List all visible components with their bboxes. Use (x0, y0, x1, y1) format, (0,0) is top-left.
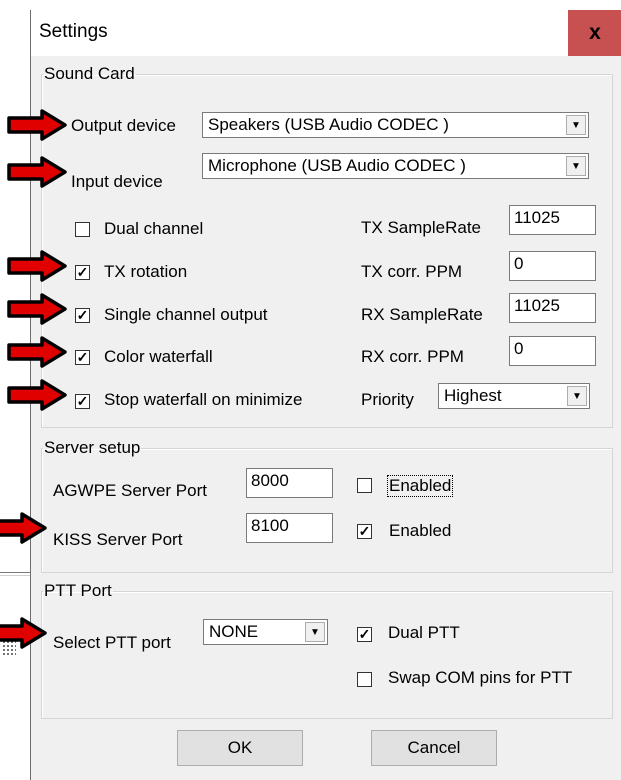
chevron-down-icon[interactable]: ▼ (566, 156, 586, 176)
ptt-port-legend: PTT Port (44, 581, 112, 600)
color-waterfall-checkbox[interactable]: ✓ (75, 350, 90, 365)
red-arrow-icon (7, 109, 67, 141)
sound-card-legend: Sound Card (44, 64, 135, 83)
kiss-enabled-label: Enabled (389, 521, 452, 540)
dual-ptt-label: Dual PTT (388, 623, 460, 642)
tx-samplerate-input[interactable]: 11025 (509, 205, 596, 235)
chevron-down-icon[interactable]: ▼ (567, 386, 587, 406)
priority-value: Highest (444, 386, 502, 405)
tx-rotation-label: TX rotation (104, 262, 188, 281)
tx-corr-input[interactable]: 0 (509, 251, 596, 281)
red-arrow-icon (7, 336, 67, 368)
dual-channel-label: Dual channel (104, 219, 204, 238)
agwpe-port-label: AGWPE Server Port (53, 481, 207, 500)
single-channel-output-checkbox[interactable]: ✓ (75, 308, 90, 323)
red-arrow-icon (7, 379, 67, 411)
swap-com-label: Swap COM pins for PTT (388, 668, 573, 687)
priority-label: Priority (361, 390, 414, 409)
ptt-port-label: Select PTT port (53, 633, 171, 652)
background-divider (0, 575, 30, 576)
red-arrow-icon (0, 617, 47, 649)
rx-corr-input[interactable]: 0 (509, 336, 596, 366)
priority-select[interactable]: Highest ▼ (438, 383, 590, 409)
red-arrow-icon (0, 512, 47, 544)
tx-rotation-checkbox[interactable]: ✓ (75, 265, 90, 280)
output-device-label: Output device (71, 116, 176, 135)
chevron-down-icon[interactable]: ▼ (305, 622, 325, 642)
tx-samplerate-label: TX SampleRate (361, 218, 481, 237)
rx-corr-label: RX corr. PPM (361, 347, 464, 366)
kiss-port-label: KISS Server Port (53, 530, 183, 549)
rx-samplerate-label: RX SampleRate (361, 305, 483, 324)
dual-channel-checkbox[interactable] (75, 222, 90, 237)
agwpe-port-input[interactable]: 8000 (246, 468, 333, 498)
single-channel-output-label: Single channel output (104, 305, 268, 324)
stop-waterfall-label: Stop waterfall on minimize (104, 390, 303, 409)
agwpe-enabled-label: Enabled (387, 475, 454, 497)
settings-dialog: Settings x Sound Card Output device Spea… (30, 10, 621, 780)
output-device-select[interactable]: Speakers (USB Audio CODEC ) ▼ (202, 112, 589, 138)
chevron-down-icon[interactable]: ▼ (566, 115, 586, 135)
cancel-button[interactable]: Cancel (371, 730, 497, 766)
tx-corr-label: TX corr. PPM (361, 262, 463, 281)
red-arrow-icon (7, 156, 67, 188)
stop-waterfall-checkbox[interactable]: ✓ (75, 394, 90, 409)
input-device-label: Input device (71, 172, 163, 191)
red-arrow-icon (7, 250, 67, 282)
red-arrow-icon (7, 293, 67, 325)
ok-button[interactable]: OK (177, 730, 303, 766)
ptt-port-value: NONE (209, 622, 259, 641)
close-button[interactable]: x (568, 10, 621, 56)
output-device-value: Speakers (USB Audio CODEC ) (208, 115, 449, 134)
color-waterfall-label: Color waterfall (104, 347, 213, 366)
background-divider (0, 572, 30, 573)
agwpe-enabled-checkbox[interactable] (357, 478, 372, 493)
input-device-select[interactable]: Microphone (USB Audio CODEC ) ▼ (202, 153, 589, 179)
swap-com-checkbox[interactable] (357, 672, 372, 687)
kiss-enabled-checkbox[interactable]: ✓ (357, 524, 372, 539)
input-device-value: Microphone (USB Audio CODEC ) (208, 156, 466, 175)
rx-samplerate-input[interactable]: 11025 (509, 293, 596, 323)
kiss-port-input[interactable]: 8100 (246, 513, 333, 543)
server-setup-group: Server setup (41, 438, 613, 573)
dual-ptt-checkbox[interactable]: ✓ (357, 627, 372, 642)
ptt-port-select[interactable]: NONE ▼ (203, 619, 328, 645)
window-title: Settings (39, 21, 108, 42)
title-bar: Settings x (31, 10, 621, 56)
server-setup-legend: Server setup (44, 438, 141, 457)
